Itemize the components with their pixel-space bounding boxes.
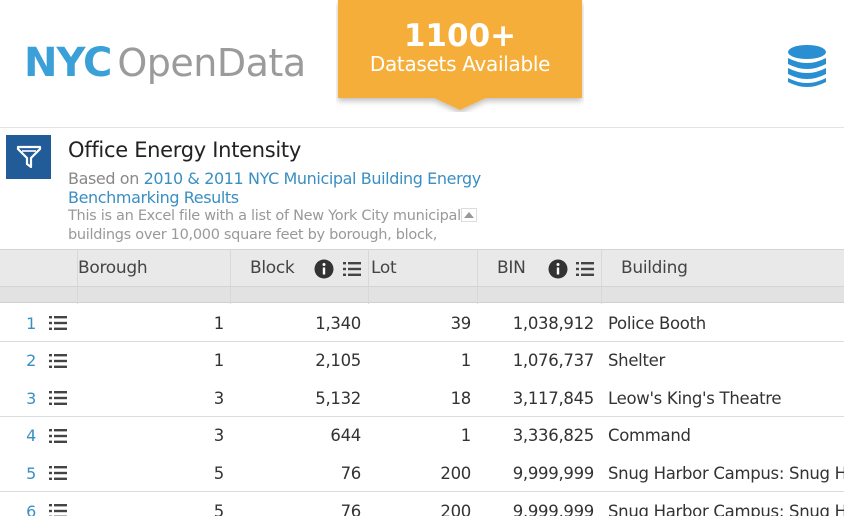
cell-block: 1,340 xyxy=(315,313,361,333)
table-filter-row xyxy=(0,287,844,303)
column-header-lot[interactable]: Lot xyxy=(371,249,397,287)
row-menu-icon[interactable] xyxy=(48,428,68,444)
row-menu-icon[interactable] xyxy=(48,390,68,406)
cell-building: Snug Harbor Campus: Snug Harb xyxy=(608,463,844,483)
cell-building: Police Booth xyxy=(608,313,706,333)
table-row[interactable]: 6 5 76 200 9,999,999 Snug Harbor Campus: Snug… xyxy=(0,492,844,516)
column-header-label: Borough xyxy=(78,258,148,278)
cell-bin: 3,117,845 xyxy=(512,388,594,408)
nyc-opendata-logo[interactable]: NYC OpenData xyxy=(24,40,306,90)
banner-subtitle: Datasets Available xyxy=(369,52,551,76)
cell-block: 644 xyxy=(330,426,361,446)
cell-lot: 18 xyxy=(450,388,471,408)
database-icon[interactable] xyxy=(786,44,828,90)
collapse-up-icon xyxy=(461,208,477,222)
cell-bin: 1,038,912 xyxy=(512,313,594,333)
dataset-source: Based on 2010 & 2011 NYC Municipal Build… xyxy=(68,169,488,207)
info-icon[interactable] xyxy=(314,259,334,279)
cell-borough: 3 xyxy=(213,388,224,408)
cell-building: Command xyxy=(608,426,691,446)
cell-lot: 1 xyxy=(460,426,471,446)
cell-building: Snug Harbor Campus: Snug Harb xyxy=(608,501,844,516)
cell-bin: 1,076,737 xyxy=(512,351,594,371)
row-number[interactable]: 5 xyxy=(0,454,36,492)
column-header-label: Lot xyxy=(371,258,397,278)
row-number[interactable]: 2 xyxy=(0,342,36,380)
column-header-label: Building xyxy=(621,258,688,278)
collapse-description-button[interactable] xyxy=(459,206,479,224)
row-menu-icon[interactable] xyxy=(48,353,68,369)
table-row[interactable]: 4 3 644 1 3,336,825 Command xyxy=(0,416,844,455)
cell-lot: 200 xyxy=(440,501,471,516)
cell-borough: 1 xyxy=(213,313,224,333)
dataset-description: This is an Excel file with a list of New… xyxy=(68,208,461,243)
cell-lot: 1 xyxy=(460,351,471,371)
column-header-borough[interactable]: Borough xyxy=(78,249,148,287)
row-menu-icon[interactable] xyxy=(48,315,68,331)
column-header-block[interactable]: Block xyxy=(250,249,295,287)
cell-building: Leow's King's Theatre xyxy=(608,388,782,408)
datasets-banner[interactable]: 1100+ Datasets Available xyxy=(336,0,584,112)
column-header-label: BIN xyxy=(497,258,526,278)
cell-block: 76 xyxy=(340,501,361,516)
filter-icon xyxy=(16,145,41,169)
list-icon[interactable] xyxy=(575,259,595,279)
column-header-building[interactable]: Building xyxy=(621,249,688,287)
cell-bin: 3,336,825 xyxy=(512,426,594,446)
cell-building: Shelter xyxy=(608,351,665,371)
table-row[interactable]: 3 3 5,132 18 3,117,845 Leow's King's Theatre xyxy=(0,379,844,418)
source-prefix: Based on xyxy=(68,169,144,188)
cell-borough: 3 xyxy=(213,426,224,446)
cell-borough: 1 xyxy=(213,351,224,371)
row-number[interactable]: 6 xyxy=(0,492,36,516)
cell-bin: 9,999,999 xyxy=(512,501,594,516)
row-number[interactable]: 3 xyxy=(0,379,36,417)
cell-lot: 39 xyxy=(450,313,471,333)
row-number[interactable]: 1 xyxy=(0,304,36,342)
row-number[interactable]: 4 xyxy=(0,417,36,455)
row-menu-icon[interactable] xyxy=(48,465,68,481)
logo-nyc-text: NYC xyxy=(24,40,112,86)
info-icon[interactable] xyxy=(548,259,568,279)
cell-borough: 5 xyxy=(213,501,224,516)
logo-opendata-text: OpenData xyxy=(117,41,306,85)
filter-button[interactable] xyxy=(6,135,51,179)
column-header-label: Block xyxy=(250,258,295,278)
cell-block: 5,132 xyxy=(315,388,361,408)
table-row[interactable]: 1 1 1,340 39 1,038,912 Police Booth xyxy=(0,304,844,342)
dataset-title: Office Energy Intensity xyxy=(68,138,301,162)
data-table: Borough Block Lot BIN Building 1 1 1,340 39… xyxy=(0,249,844,516)
app-header: NYC OpenData 1100+ Datasets Available xyxy=(0,0,844,128)
table-row[interactable]: 2 1 2,105 1 1,076,737 Shelter xyxy=(0,341,844,380)
list-icon[interactable] xyxy=(342,259,362,279)
cell-lot: 200 xyxy=(440,463,471,483)
cell-block: 2,105 xyxy=(315,351,361,371)
banner-count: 1100+ xyxy=(403,18,517,54)
row-menu-icon[interactable] xyxy=(48,503,68,516)
cell-bin: 9,999,999 xyxy=(512,463,594,483)
column-header-bin[interactable]: BIN xyxy=(497,249,526,287)
cell-block: 76 xyxy=(340,463,361,483)
table-row[interactable]: 5 5 76 200 9,999,999 Snug Harbor Campus: Snug… xyxy=(0,454,844,493)
cell-borough: 5 xyxy=(213,463,224,483)
